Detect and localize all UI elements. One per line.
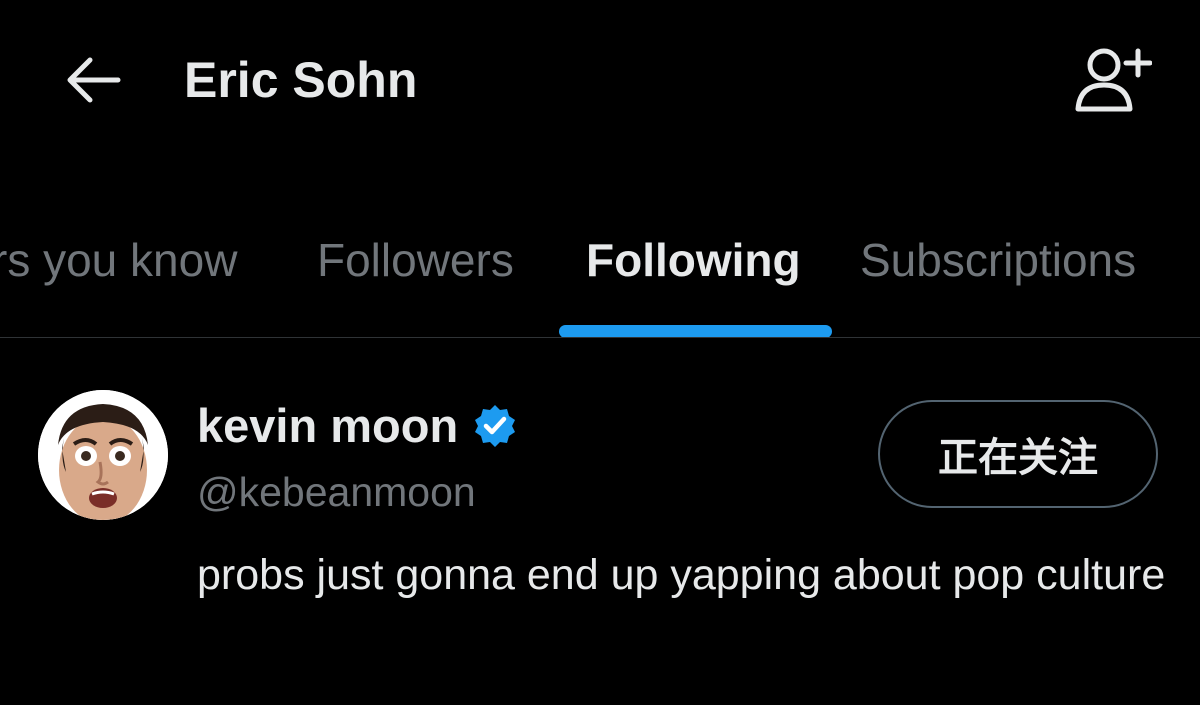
tab-following[interactable]: Following bbox=[586, 230, 801, 290]
back-button[interactable] bbox=[56, 50, 128, 110]
tab-followers-you-know[interactable]: rs you know bbox=[0, 230, 237, 290]
verified-badge-icon bbox=[472, 403, 518, 449]
arrow-left-icon bbox=[67, 57, 121, 103]
avatar-photo bbox=[38, 390, 168, 520]
page-title: Eric Sohn bbox=[184, 52, 418, 108]
add-user-button[interactable] bbox=[1064, 40, 1160, 120]
tab-bar: rs you know Followers Following Subscrip… bbox=[0, 200, 1200, 338]
user-cell[interactable]: kevin moon @kebeanmoon 正在关注 probs just g… bbox=[0, 338, 1200, 705]
person-plus-icon bbox=[1075, 48, 1152, 112]
user-name-line[interactable]: kevin moon bbox=[197, 396, 518, 456]
tab-followers[interactable]: Followers bbox=[317, 230, 514, 290]
user-bio: probs just gonna end up yapping about po… bbox=[197, 551, 1166, 599]
top-app-bar: Eric Sohn bbox=[0, 0, 1200, 160]
tab-subscriptions[interactable]: Subscriptions bbox=[860, 230, 1136, 290]
user-display-name: kevin moon bbox=[197, 399, 459, 452]
user-handle: @kebeanmoon bbox=[197, 469, 476, 515]
avatar[interactable] bbox=[38, 390, 168, 520]
following-button[interactable]: 正在关注 bbox=[878, 400, 1158, 508]
